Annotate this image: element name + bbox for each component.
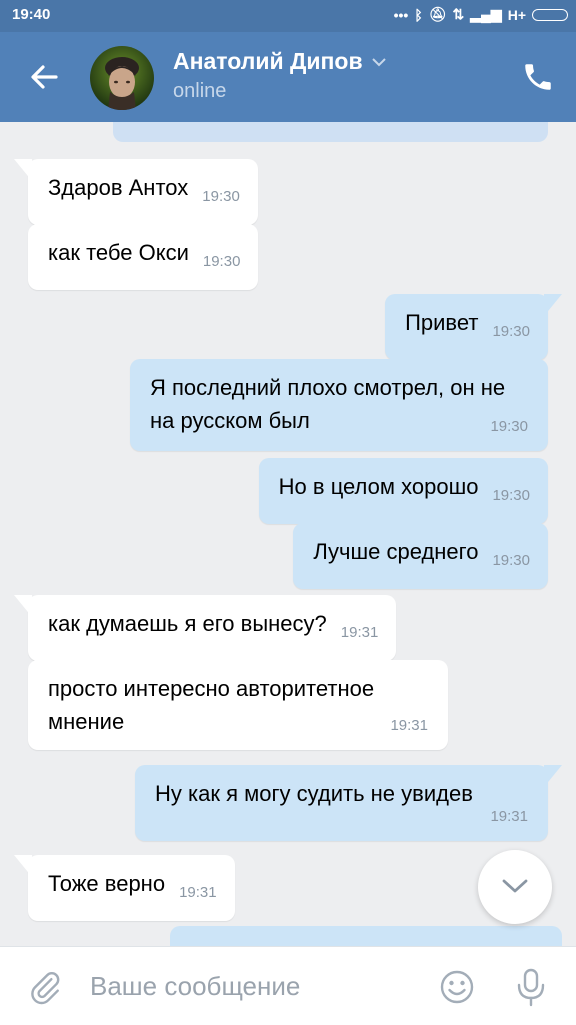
- message-incoming[interactable]: Здаров Антох 19:30: [14, 159, 258, 225]
- message-text: Тоже верно: [48, 871, 166, 896]
- back-arrow-icon: [31, 65, 58, 89]
- message-text: Привет: [405, 310, 479, 335]
- status-icons: ••• ᛒ 🔕︎ ⇅ ▂▄▆ H+: [394, 6, 568, 23]
- message-list[interactable]: Здаров Антох 19:30 как тебе Окси 19:30 При…: [0, 122, 576, 946]
- network-type-label: H+: [507, 6, 526, 23]
- message-text: как тебе Окси: [48, 240, 189, 265]
- message-time: 19:30: [492, 487, 530, 504]
- partial-message-top: [113, 122, 548, 142]
- partial-message-bottom: [170, 926, 562, 946]
- message-time: 19:30: [492, 323, 530, 340]
- message-incoming[interactable]: как думаешь я его вынесу? 19:31: [14, 595, 397, 661]
- message-time: 19:30: [490, 418, 528, 435]
- message-text: Лучше среднего: [313, 539, 479, 564]
- message-time: 19:31: [179, 884, 217, 901]
- contact-name-text: Анатолий Дипов: [173, 48, 363, 74]
- chat-header: Анатолий Дипов online: [0, 32, 576, 122]
- message-outgoing[interactable]: Но в целом хорошо 19:30: [258, 458, 548, 524]
- bluetooth-icon: ᛒ: [414, 6, 423, 23]
- contact-name[interactable]: Анатолий Дипов: [173, 48, 387, 76]
- contact-status: online: [173, 80, 227, 102]
- microphone-button[interactable]: [515, 967, 547, 1007]
- message-time: 19:30: [492, 552, 530, 569]
- more-dots-icon: •••: [393, 6, 409, 23]
- signal-icon: ▂▄▆: [470, 6, 502, 22]
- message-time: 19:30: [202, 188, 240, 205]
- scroll-down-button[interactable]: [478, 850, 552, 924]
- message-time: 19:31: [340, 624, 379, 641]
- message-time: 19:30: [202, 253, 241, 270]
- message-outgoing[interactable]: Привет 19:30: [385, 294, 562, 360]
- attach-icon: [31, 972, 60, 1005]
- message-outgoing[interactable]: Лучше среднего 19:30: [293, 523, 548, 589]
- message-incoming[interactable]: как тебе Окси 19:30: [28, 224, 259, 290]
- emoji-button[interactable]: [439, 969, 475, 1005]
- message-time: 19:31: [390, 717, 428, 734]
- message-text: Здаров Антох: [48, 175, 189, 200]
- message-input[interactable]: [90, 967, 420, 1005]
- message-outgoing[interactable]: Я последний плохо смотрел, он не на русс…: [130, 359, 548, 451]
- back-button[interactable]: [26, 59, 62, 95]
- battery-icon: [532, 8, 568, 21]
- message-outgoing[interactable]: Ну как я могу судить не увидев 19:31: [135, 765, 562, 841]
- message-incoming[interactable]: просто интересно авторитетное мнение 19:…: [28, 660, 448, 750]
- status-bar: 19:40 ••• ᛒ 🔕︎ ⇅ ▂▄▆ H+: [0, 0, 576, 32]
- phone-icon: [525, 64, 551, 90]
- message-incoming[interactable]: Тоже верно 19:31: [14, 855, 235, 921]
- composer-bar: [0, 946, 576, 1025]
- mute-icon: 🔕︎: [428, 6, 447, 22]
- avatar[interactable]: [90, 46, 154, 110]
- message-text: просто интересно авторитетное мнение: [48, 676, 375, 734]
- status-time: 19:40: [12, 6, 51, 23]
- call-button[interactable]: [521, 60, 555, 94]
- scroll-down-chevron-icon: [502, 879, 528, 893]
- data-transfer-icon: ⇅: [452, 6, 465, 22]
- microphone-icon: [517, 968, 545, 1007]
- chevron-down-icon: [371, 46, 387, 73]
- attach-button[interactable]: [28, 969, 62, 1005]
- message-text: Но в целом хорошо: [278, 474, 479, 499]
- message-time: 19:31: [490, 808, 528, 825]
- emoji-icon: [440, 970, 474, 1004]
- message-text: как думаешь я его вынесу?: [48, 611, 327, 636]
- message-text: Ну как я могу судить не увидев: [155, 781, 473, 806]
- message-text: Я последний плохо смотрел, он не на русс…: [150, 375, 506, 433]
